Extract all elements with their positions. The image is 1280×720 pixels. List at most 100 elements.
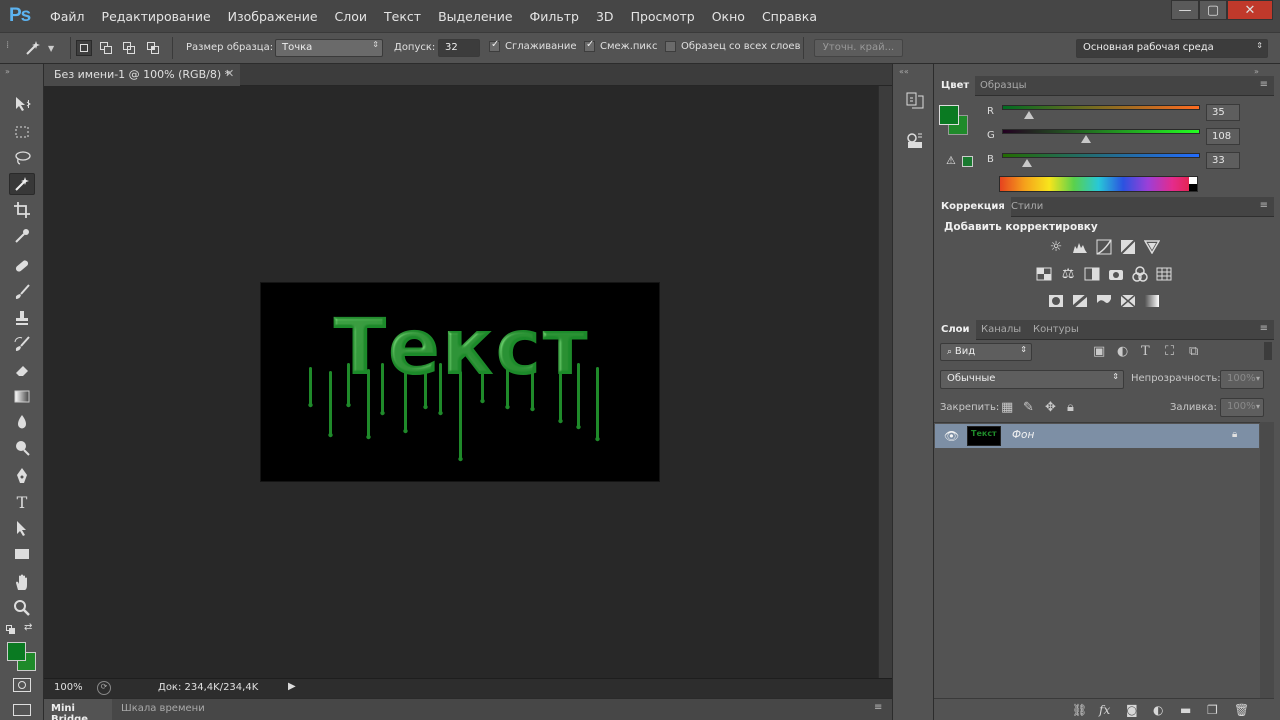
eye-icon[interactable]: 👁︎ <box>944 429 959 443</box>
filter-adjustment-icon[interactable]: ◐ <box>1117 344 1128 359</box>
new-selection-button[interactable] <box>76 40 92 56</box>
menu-layers[interactable]: Слои <box>335 9 368 24</box>
link-layers-icon[interactable]: ⛓︎ <box>1072 703 1087 717</box>
black-white-icon[interactable] <box>1083 265 1101 283</box>
delete-layer-icon[interactable]: 🗑︎ <box>1234 703 1249 717</box>
antialias-option[interactable]: ✓ Сглаживание <box>489 39 576 52</box>
menu-view[interactable]: Просмотр <box>631 9 695 24</box>
panel-menu-icon[interactable]: ≡ <box>1260 200 1268 211</box>
refine-edge-button[interactable]: Уточн. край... <box>814 39 903 57</box>
tab-layers[interactable]: Слои <box>934 320 976 340</box>
menu-image[interactable]: Изображение <box>228 9 318 24</box>
tab-color[interactable]: Цвет <box>934 76 976 96</box>
lock-position-icon[interactable]: ✥ <box>1045 400 1056 415</box>
layer-style-icon[interactable]: fx <box>1099 703 1110 717</box>
collapse-panels-icon[interactable]: » <box>1254 67 1259 76</box>
exposure-icon[interactable] <box>1119 238 1137 256</box>
magic-wand-tool[interactable] <box>9 173 35 195</box>
warning-icon[interactable]: ⚠ <box>946 154 956 167</box>
invert-icon[interactable] <box>1047 292 1065 310</box>
tolerance-input[interactable]: 32 <box>438 39 480 57</box>
menu-file[interactable]: Файл <box>50 9 85 24</box>
lock-transparent-icon[interactable]: ▦ <box>1001 400 1013 415</box>
channel-g-slider[interactable] <box>1002 129 1200 134</box>
layer-row[interactable]: 👁︎ Текст Фон 🔒︎ <box>935 424 1259 448</box>
photo-filter-icon[interactable] <box>1107 265 1125 283</box>
filter-pixel-icon[interactable]: ▣ <box>1093 344 1105 359</box>
blend-mode-select[interactable]: Обычные ⇕ <box>940 370 1124 389</box>
expand-icon[interactable]: «« <box>899 67 909 76</box>
tab-timeline[interactable]: Шкала времени <box>121 703 205 714</box>
color-ramp[interactable] <box>999 176 1198 192</box>
vertical-scrollbar[interactable] <box>878 86 892 678</box>
layer-name[interactable]: Фон <box>1012 429 1034 441</box>
levels-icon[interactable] <box>1071 238 1089 256</box>
channel-mixer-icon[interactable] <box>1131 265 1149 283</box>
tool-preset-picker[interactable]: ▼ <box>24 37 64 59</box>
zoom-tool[interactable] <box>9 597 35 619</box>
panel-menu-icon[interactable]: ≡ <box>874 702 882 713</box>
close-tab-icon[interactable]: ✕ <box>225 67 234 80</box>
status-menu-arrow-icon[interactable]: ▶ <box>288 681 296 692</box>
crop-tool[interactable] <box>9 199 35 221</box>
new-group-icon[interactable]: ▬ <box>1180 703 1191 717</box>
canvas-area[interactable]: Текст <box>44 86 878 678</box>
properties-panel-button[interactable] <box>904 130 926 152</box>
add-selection-button[interactable] <box>98 40 114 56</box>
workspace-select[interactable]: Основная рабочая среда ⇕ <box>1076 39 1268 58</box>
default-colors-icon[interactable] <box>6 625 16 634</box>
menu-3d[interactable]: 3D <box>596 9 614 24</box>
channel-b-knob[interactable] <box>1022 159 1032 167</box>
document-canvas[interactable]: Текст <box>260 282 660 482</box>
contiguous-checkbox[interactable]: ✓ <box>584 39 595 52</box>
channel-b-slider[interactable] <box>1002 153 1200 158</box>
move-tool[interactable] <box>9 93 35 115</box>
swap-colors-icon[interactable]: ⇄ <box>24 622 32 633</box>
marquee-tool[interactable] <box>9 121 35 143</box>
close-button[interactable]: ✕ <box>1227 0 1273 20</box>
gradient-map-icon[interactable] <box>1143 292 1161 310</box>
menu-select[interactable]: Выделение <box>438 9 512 24</box>
new-adjustment-icon[interactable]: ◐ <box>1153 703 1163 717</box>
collapse-icon[interactable]: » <box>5 67 10 76</box>
tab-channels[interactable]: Каналы <box>981 324 1021 335</box>
quick-mask-icon[interactable] <box>13 678 31 692</box>
filter-smart-object-icon[interactable]: ⧉ <box>1189 344 1198 359</box>
curves-icon[interactable] <box>1095 238 1113 256</box>
channel-r-knob[interactable] <box>1024 111 1034 119</box>
channel-r-slider[interactable] <box>1002 105 1200 110</box>
color-lookup-icon[interactable] <box>1155 265 1173 283</box>
hand-tool[interactable] <box>9 571 35 593</box>
fill-dropdown-icon[interactable]: ▾ <box>1256 402 1260 411</box>
menu-window[interactable]: Окно <box>712 9 745 24</box>
history-panel-button[interactable] <box>904 90 926 112</box>
opacity-dropdown-icon[interactable]: ▾ <box>1256 374 1260 383</box>
new-layer-icon[interactable]: ❐ <box>1207 703 1218 717</box>
dodge-tool[interactable] <box>9 437 35 459</box>
contiguous-option[interactable]: ✓ Смеж.пикс <box>584 39 657 52</box>
menu-edit[interactable]: Редактирование <box>102 9 211 24</box>
filter-toggle[interactable] <box>1264 342 1272 360</box>
lasso-tool[interactable] <box>9 147 35 169</box>
blur-tool[interactable] <box>9 411 35 433</box>
channel-g-knob[interactable] <box>1081 135 1091 143</box>
vibrance-icon[interactable] <box>1143 238 1161 256</box>
type-tool[interactable]: T <box>9 491 35 513</box>
panel-menu-icon[interactable]: ≡ <box>1260 79 1268 90</box>
foreground-color-swatch[interactable] <box>7 642 26 661</box>
eyedropper-tool[interactable] <box>9 225 35 247</box>
filter-shape-icon[interactable]: ⛶ <box>1165 344 1174 359</box>
panel-menu-icon[interactable]: ≡ <box>1260 323 1268 334</box>
menu-type[interactable]: Текст <box>384 9 421 24</box>
color-balance-icon[interactable]: ⚖ <box>1059 265 1077 283</box>
minimize-button[interactable]: — <box>1171 0 1199 20</box>
sample-all-checkbox[interactable] <box>665 41 676 52</box>
rectangle-tool[interactable] <box>9 543 35 565</box>
tab-paths[interactable]: Контуры <box>1033 324 1079 335</box>
menu-filter[interactable]: Фильтр <box>530 9 579 24</box>
brightness-contrast-icon[interactable]: ☼ <box>1047 238 1065 256</box>
sample-size-select[interactable]: Точка ⇕ <box>275 39 383 57</box>
lock-pixels-icon[interactable]: ✎ <box>1023 400 1034 415</box>
tab-styles[interactable]: Стили <box>1011 201 1043 212</box>
tab-adjustments[interactable]: Коррекция <box>934 197 1011 217</box>
